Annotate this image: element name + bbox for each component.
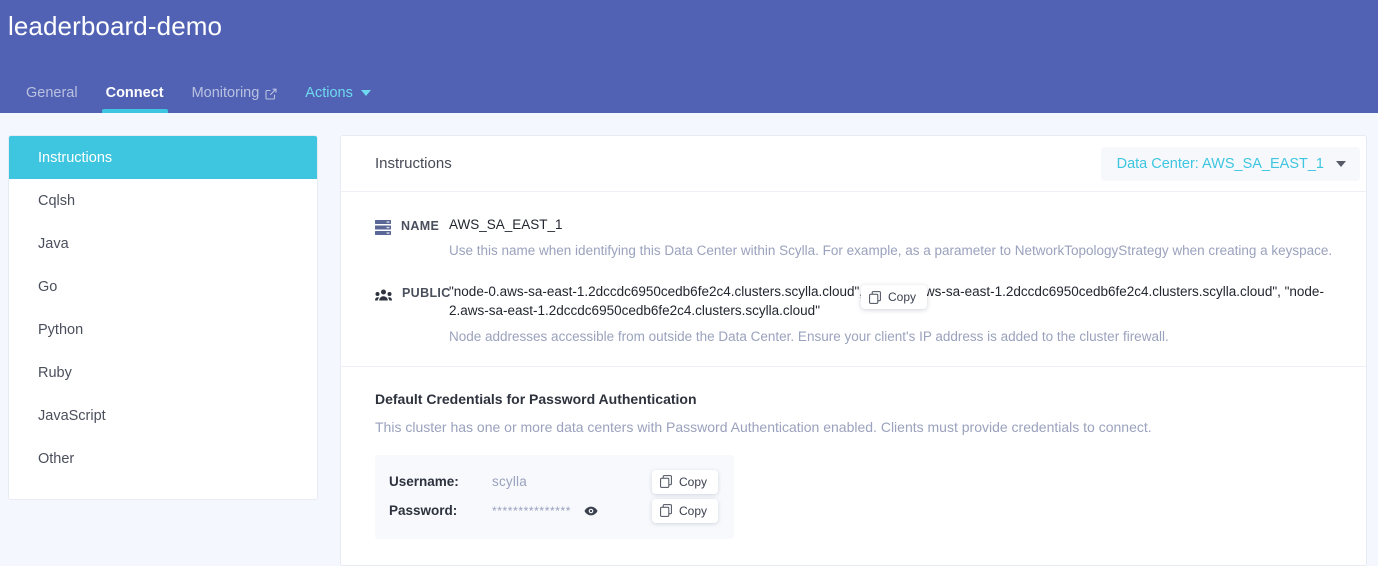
detail-label-name: NAME <box>401 219 440 233</box>
sidebar: Instructions Cqlsh Java Go Python Ruby J… <box>8 135 318 500</box>
server-icon <box>375 220 391 235</box>
password-value-masked: *************** <box>492 503 572 518</box>
credentials-box: Username: scylla Copy Password: ********… <box>375 455 734 539</box>
sidebar-item-label: Other <box>38 450 75 467</box>
copy-username-button[interactable]: Copy <box>651 469 718 494</box>
sidebar-item-label: JavaScript <box>38 407 106 424</box>
instructions-card: Instructions Data Center: AWS_SA_EAST_1 <box>340 135 1367 566</box>
detail-row-name: NAME AWS_SA_EAST_1 Use this name when id… <box>341 210 1366 263</box>
sidebar-item-cqlsh[interactable]: Cqlsh <box>9 179 317 222</box>
sidebar-item-label: Java <box>38 235 69 252</box>
tab-actions[interactable]: Actions <box>291 84 385 113</box>
sidebar-item-label: Cqlsh <box>38 192 76 209</box>
external-link-icon <box>265 87 277 100</box>
tab-actions-label: Actions <box>305 85 353 101</box>
password-label: Password: <box>389 503 458 518</box>
tab-monitoring[interactable]: Monitoring <box>178 84 292 113</box>
credentials-row-username: Username: scylla Copy <box>389 467 720 496</box>
username-value-wrap: scylla <box>492 474 652 489</box>
sidebar-item-other[interactable]: Other <box>9 437 317 480</box>
sidebar-item-javascript[interactable]: JavaScript <box>9 394 317 437</box>
eye-icon[interactable] <box>584 504 598 518</box>
page-title: leaderboard-demo <box>8 11 223 41</box>
sidebar-item-label: Go <box>38 278 58 295</box>
copy-password-button[interactable]: Copy <box>651 498 718 523</box>
username-value: scylla <box>492 474 527 489</box>
people-icon <box>375 289 392 302</box>
card-header: Instructions Data Center: AWS_SA_EAST_1 <box>341 136 1366 192</box>
tabbar: General Connect Monitoring Actions <box>0 69 385 113</box>
sidebar-item-python[interactable]: Python <box>9 308 317 351</box>
credentials-title: Default Credentials for Password Authent… <box>375 391 697 407</box>
detail-body-name: AWS_SA_EAST_1 Use this name when identif… <box>449 215 1366 260</box>
active-tab-underline <box>101 109 168 113</box>
tab-general[interactable]: General <box>12 84 92 113</box>
card-title: Instructions <box>375 155 452 172</box>
sidebar-item-label: Instructions <box>38 149 113 166</box>
copy-icon <box>660 475 672 488</box>
password-value-wrap: *************** <box>492 504 652 518</box>
sidebar-item-ruby[interactable]: Ruby <box>9 351 317 394</box>
app-header: leaderboard-demo General Connect Monitor… <box>0 0 1378 113</box>
copy-public-addresses-label: Copy <box>888 290 917 304</box>
chevron-down-icon <box>360 90 371 96</box>
data-center-name-value: AWS_SA_EAST_1 <box>449 217 563 232</box>
data-center-name-description: Use this name when identifying this Data… <box>449 243 1333 258</box>
page-body: Instructions Cqlsh Java Go Python Ruby J… <box>0 113 1378 566</box>
copy-public-addresses-button[interactable]: Copy <box>861 285 928 309</box>
data-center-dropdown[interactable]: Data Center: AWS_SA_EAST_1 <box>1100 146 1360 181</box>
sidebar-item-instructions[interactable]: Instructions <box>9 136 317 179</box>
copy-password-label: Copy <box>678 503 707 518</box>
data-center-details: NAME AWS_SA_EAST_1 Use this name when id… <box>341 192 1366 367</box>
tab-connect-label: Connect <box>105 85 164 101</box>
detail-row-public-head: PUBLIC <box>341 282 451 346</box>
sidebar-item-go[interactable]: Go <box>9 265 317 308</box>
detail-row-public: PUBLIC "node-0.aws-sa-east-1.2dccdc6950c… <box>341 263 1366 349</box>
copy-username-label: Copy <box>678 474 707 489</box>
sidebar-item-label: Ruby <box>38 364 72 381</box>
tab-monitoring-label: Monitoring <box>191 85 260 101</box>
detail-label-public: PUBLIC <box>402 286 451 300</box>
credentials-description: This cluster has one or more data center… <box>375 419 1152 435</box>
public-addresses-description: Node addresses accessible from outside t… <box>449 329 1169 344</box>
sidebar-item-java[interactable]: Java <box>9 222 317 265</box>
tab-connect[interactable]: Connect <box>92 84 178 113</box>
username-label: Username: <box>389 474 459 489</box>
data-center-dropdown-label: Data Center: AWS_SA_EAST_1 <box>1116 155 1324 172</box>
detail-row-name-head: NAME <box>341 215 449 260</box>
credentials-section: Default Credentials for Password Authent… <box>341 367 1366 539</box>
chevron-down-icon <box>1336 160 1346 167</box>
credentials-row-password: Password: *************** Copy <box>389 496 720 525</box>
copy-icon <box>660 504 672 517</box>
tab-general-label: General <box>26 85 78 101</box>
copy-icon <box>869 290 881 304</box>
sidebar-item-label: Python <box>38 321 84 338</box>
